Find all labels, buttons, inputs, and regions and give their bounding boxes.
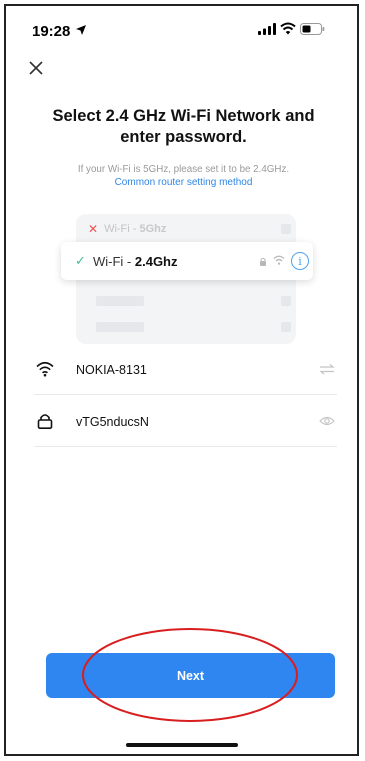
wifi-icon <box>36 361 54 377</box>
cross-icon: ✕ <box>88 222 99 236</box>
check-icon: ✓ <box>75 253 86 268</box>
bad-wifi-prefix: Wi-Fi - <box>104 223 140 235</box>
wifi-24ghz-card: ✓ Wi-Fi - 2.4Ghz i <box>61 242 313 280</box>
divider <box>34 394 337 395</box>
placeholder-bar <box>96 296 144 306</box>
placeholder-bar <box>96 322 144 332</box>
location-arrow-icon <box>76 25 86 35</box>
home-indicator <box>126 743 238 747</box>
lock-icon <box>260 257 266 266</box>
phone-screen: 19:28 Select 2.4 GHz Wi-Fi Network and e… <box>4 4 359 756</box>
close-button[interactable] <box>24 56 48 80</box>
wifi-ssid-value: NOKIA-8131 <box>76 363 147 377</box>
next-button[interactable]: Next <box>46 653 335 698</box>
password-field[interactable]: vTG5nducsN <box>34 402 337 442</box>
info-icon[interactable]: i <box>291 252 309 270</box>
cellular-signal-icon <box>258 23 276 35</box>
wifi-5ghz-row: ✕ Wi-Fi - 5Ghz <box>88 222 166 236</box>
subtitle: If your Wi-Fi is 5GHz, please set it to … <box>77 164 290 175</box>
close-icon <box>29 61 43 75</box>
good-wifi-prefix: Wi-Fi - <box>93 254 135 269</box>
divider <box>34 446 337 447</box>
page-title: Select 2.4 GHz Wi-Fi Network and enter p… <box>52 107 315 146</box>
status-time: 19:28 <box>32 23 71 40</box>
bad-wifi-band: 5Ghz <box>139 223 167 235</box>
placeholder-block <box>281 296 291 306</box>
lock-icon <box>37 414 53 429</box>
good-wifi-label: Wi-Fi - 2.4Ghz <box>93 254 178 269</box>
wifi-icon <box>273 255 285 265</box>
status-bar: 19:28 <box>6 6 357 50</box>
battery-icon <box>300 23 325 35</box>
switch-network-icon[interactable] <box>319 363 335 375</box>
good-wifi-band: 2.4Ghz <box>134 254 178 269</box>
placeholder-block <box>281 224 291 234</box>
eye-icon[interactable] <box>319 415 335 427</box>
placeholder-block <box>281 322 291 332</box>
router-setting-link[interactable]: Common router setting method <box>26 177 341 188</box>
password-value: vTG5nducsN <box>76 415 149 429</box>
wifi-status-icon <box>280 22 296 35</box>
wifi-network-field[interactable]: NOKIA-8131 <box>34 350 337 390</box>
